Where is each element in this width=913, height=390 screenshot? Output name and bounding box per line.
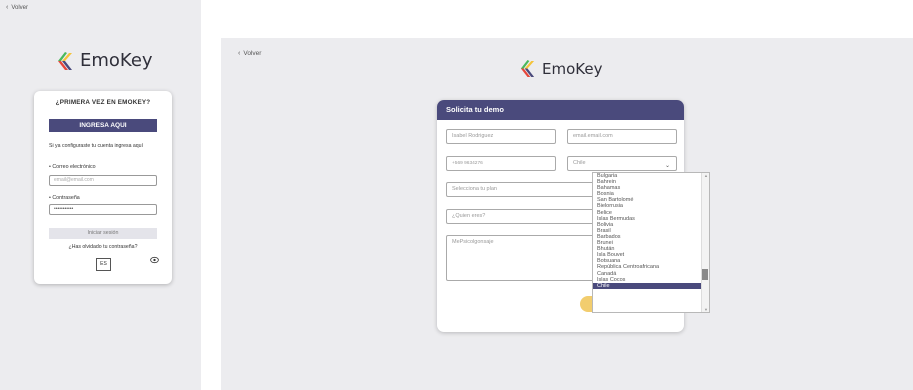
- phone-field[interactable]: +569 9634276: [446, 156, 556, 171]
- brand-name: EmoKey: [80, 50, 153, 71]
- configured-text: Si ya configuraste tu cuenta ingresa aqu…: [49, 143, 144, 149]
- country-select-value: Chile: [573, 160, 586, 166]
- login-card: ¿PRIMERA VEZ EN EMOKEY? INGRESA AQUI Si …: [34, 91, 172, 284]
- language-selector[interactable]: ES: [96, 258, 111, 271]
- password-label-text: Contraseña: [52, 195, 80, 201]
- demo-brand-name: EmoKey: [542, 59, 603, 78]
- country-dropdown-list[interactable]: Bulgaria Bahrein Bahamas Bosnia San Bartolom…: [592, 172, 710, 313]
- dropdown-scrollbar[interactable]: ▲ ▼: [701, 173, 709, 312]
- emokey-logo-icon: [520, 60, 535, 77]
- login-button[interactable]: Iniciar sesión: [49, 228, 157, 239]
- country-option[interactable]: Chile: [593, 282, 703, 289]
- country-select[interactable]: Chile ⌄: [567, 156, 677, 171]
- demo-email-field[interactable]: email.email.com: [567, 129, 677, 144]
- scrollbar-thumb[interactable]: [702, 269, 708, 280]
- demo-form-header: Solicita tu demo: [437, 100, 684, 120]
- chevron-left-icon: ‹: [6, 4, 9, 11]
- password-label: • Contraseña: [49, 195, 80, 201]
- forgot-password-link[interactable]: ¿Has olvidado tu contraseña?: [34, 244, 172, 250]
- brand-logo: EmoKey: [56, 50, 153, 71]
- scroll-up-icon[interactable]: ▲: [704, 173, 708, 178]
- password-field[interactable]: •••••••••••: [49, 204, 157, 215]
- demo-back-link[interactable]: ‹ Volver: [238, 50, 261, 57]
- scroll-down-icon[interactable]: ▼: [704, 307, 708, 312]
- login-panel: ‹ Volver EmoKey ¿PRIMERA VEZ EN EMOKEY? …: [0, 0, 201, 390]
- demo-panel: ‹ Volver EmoKey Solicita tu demo Isabel …: [221, 38, 913, 390]
- email-field[interactable]: email@email.com: [49, 175, 157, 186]
- name-field[interactable]: Isabel Rodriguez: [446, 129, 556, 144]
- chevron-left-icon: ‹: [238, 50, 241, 57]
- country-options: Bulgaria Bahrein Bahamas Bosnia San Bartolom…: [593, 173, 703, 289]
- emokey-logo-icon: [58, 51, 72, 70]
- email-label-text: Correo electrónico: [52, 164, 96, 170]
- email-label: • Correo electrónico: [49, 164, 96, 170]
- card-title: ¿PRIMERA VEZ EN EMOKEY?: [55, 99, 151, 106]
- demo-brand-logo: EmoKey: [519, 59, 602, 78]
- screen: ‹ Volver EmoKey ¿PRIMERA VEZ EN EMOKEY? …: [0, 0, 913, 390]
- eye-icon[interactable]: [150, 256, 159, 264]
- back-link[interactable]: ‹ Volver: [6, 4, 28, 11]
- back-label: Volver: [11, 4, 29, 11]
- demo-back-label: Volver: [243, 50, 262, 57]
- ingresa-aqui-button[interactable]: INGRESA AQUI: [49, 119, 157, 132]
